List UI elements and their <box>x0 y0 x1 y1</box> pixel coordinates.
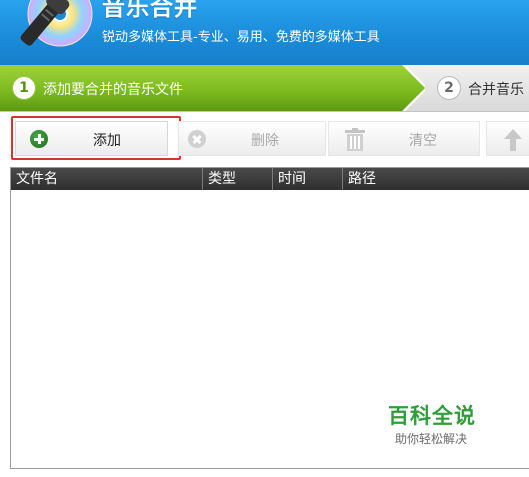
add-button-highlight <box>11 116 181 160</box>
app-title: 音乐合并 <box>102 0 198 21</box>
watermark-title: 百科全说 <box>388 404 476 428</box>
delete-button[interactable]: 删除 <box>178 121 326 156</box>
step-bar: 1 添加要合并的音乐文件 2 合并音乐 <box>0 65 529 112</box>
delete-button-label: 删除 <box>251 133 279 149</box>
column-header-path[interactable]: 路径 <box>343 168 529 190</box>
app-header: 音乐合并 锐动多媒体工具-专业、易用、免费的多媒体工具 <box>0 0 529 65</box>
step-2-number: 2 <box>437 76 461 100</box>
step-1-arrow[interactable] <box>0 65 425 111</box>
arrow-up-icon <box>504 129 522 151</box>
trash-icon <box>345 128 365 151</box>
step-2-label: 合并音乐 <box>468 82 524 98</box>
watermark-subtitle: 助你轻松解决 <box>395 432 468 446</box>
app-subtitle: 锐动多媒体工具-专业、易用、免费的多媒体工具 <box>102 30 380 45</box>
column-header-type[interactable]: 类型 <box>203 168 273 190</box>
app-logo-icon <box>20 0 93 47</box>
toolbar: 添加 删除 清空 <box>0 112 529 167</box>
clear-button-label: 清空 <box>409 133 437 149</box>
clear-button[interactable]: 清空 <box>328 121 480 156</box>
table-header: 文件名 类型 时间 路径 <box>11 168 529 190</box>
column-header-time[interactable]: 时间 <box>273 168 343 190</box>
column-header-filename[interactable]: 文件名 <box>11 168 203 190</box>
close-icon <box>188 130 206 148</box>
move-up-button[interactable] <box>486 121 529 156</box>
